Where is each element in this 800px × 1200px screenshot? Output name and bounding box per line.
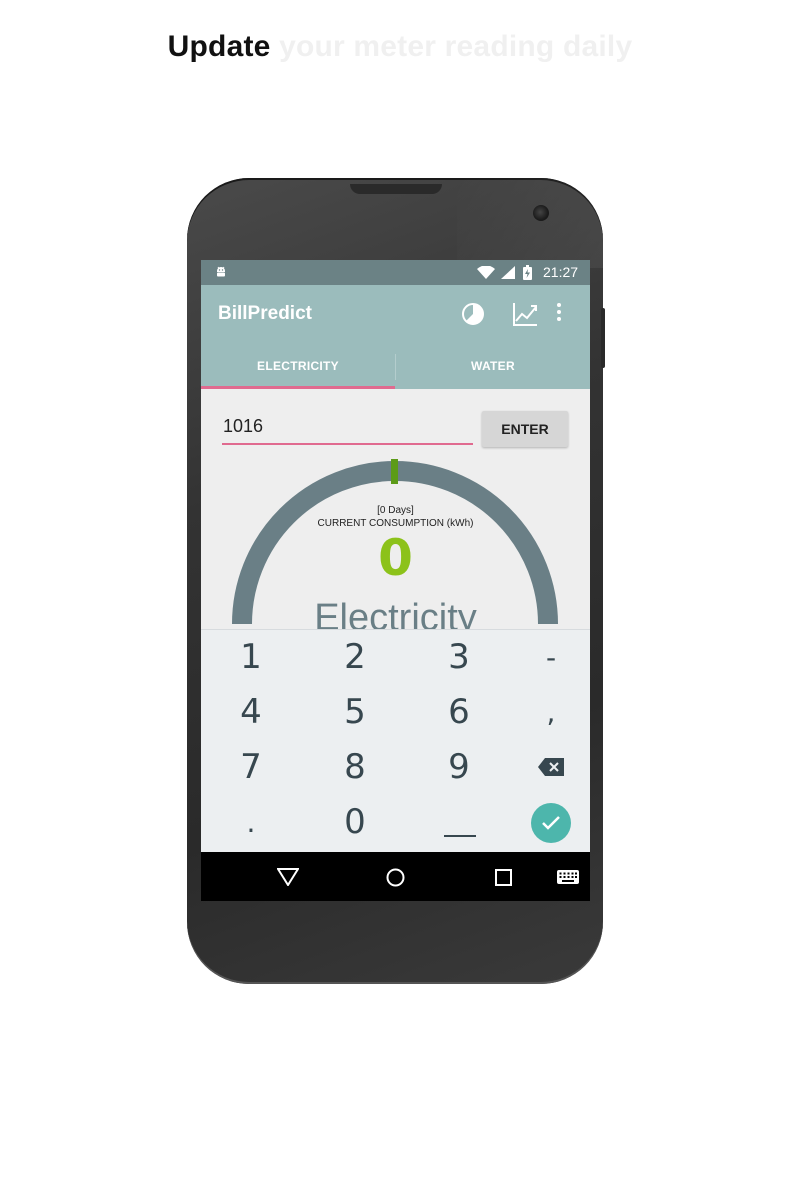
- key-comma[interactable]: ,: [503, 685, 590, 740]
- main-content: ENTER [0 Days] CURRENT CONSUMPTION (kWh)…: [201, 389, 590, 629]
- gauge-value: 0: [378, 529, 413, 587]
- status-time: 21:27: [543, 264, 579, 280]
- phone-side-button: [601, 308, 605, 368]
- tab-water[interactable]: WATER: [396, 343, 590, 389]
- recents-icon[interactable]: [495, 869, 512, 886]
- meter-reading-input[interactable]: [222, 409, 473, 445]
- navigation-bar: [201, 852, 590, 901]
- app-store-screenshot: Update your meter reading daily 21:27 Bi…: [0, 0, 800, 1200]
- phone-screen: 21:27 BillPredict ELECTRICITY WATER 1016…: [201, 260, 590, 901]
- back-icon[interactable]: [277, 868, 299, 886]
- done-icon: [542, 816, 560, 830]
- pie-chart-icon[interactable]: [461, 302, 485, 326]
- key-6[interactable]: 6: [411, 685, 507, 740]
- key-9[interactable]: 9: [411, 740, 507, 795]
- overflow-menu-icon[interactable]: [556, 302, 562, 322]
- keyboard-icon[interactable]: [557, 870, 579, 884]
- key-8[interactable]: 8: [307, 740, 403, 795]
- status-bar: 21:27: [201, 260, 590, 285]
- key-0[interactable]: 0: [307, 795, 403, 850]
- wifi-icon: [477, 266, 495, 279]
- gauge-days: [0 Days]: [377, 505, 414, 516]
- home-icon[interactable]: [386, 868, 405, 887]
- gauge-label: CURRENT CONSUMPTION (kWh): [317, 518, 474, 529]
- gauge-needle: [391, 459, 398, 484]
- done-key[interactable]: [531, 803, 571, 843]
- key-1[interactable]: 1: [203, 630, 299, 685]
- gauge-name: Electricity: [314, 597, 477, 629]
- phone-camera: [533, 205, 549, 221]
- android-icon: [217, 266, 225, 277]
- enter-button[interactable]: ENTER: [482, 411, 568, 447]
- headline-strong: Update: [167, 30, 271, 63]
- battery-charging-icon: [523, 265, 532, 280]
- tab-divider: [395, 354, 396, 380]
- backspace-icon[interactable]: [538, 758, 564, 776]
- space-icon[interactable]: [444, 834, 476, 838]
- key-minus[interactable]: -: [503, 630, 590, 685]
- app-title: BillPredict: [218, 303, 312, 324]
- phone-frame: 21:27 BillPredict ELECTRICITY WATER 1016…: [187, 178, 605, 984]
- headline: Update your meter reading daily: [0, 30, 800, 64]
- tab-electricity[interactable]: ELECTRICITY: [201, 343, 395, 389]
- app-bar: BillPredict: [201, 285, 590, 343]
- key-2[interactable]: 2: [307, 630, 403, 685]
- numeric-keyboard: 1 2 3 - 4 5 6 , 7 8 9 . 0: [201, 629, 590, 853]
- key-7[interactable]: 7: [203, 740, 299, 795]
- key-period[interactable]: .: [203, 795, 299, 850]
- trend-chart-icon[interactable]: [511, 300, 539, 328]
- headline-faint: your meter reading daily: [270, 30, 633, 63]
- key-4[interactable]: 4: [203, 685, 299, 740]
- key-5[interactable]: 5: [307, 685, 403, 740]
- phone-speaker: [350, 184, 442, 194]
- signal-icon: [501, 266, 515, 279]
- key-3[interactable]: 3: [411, 630, 507, 685]
